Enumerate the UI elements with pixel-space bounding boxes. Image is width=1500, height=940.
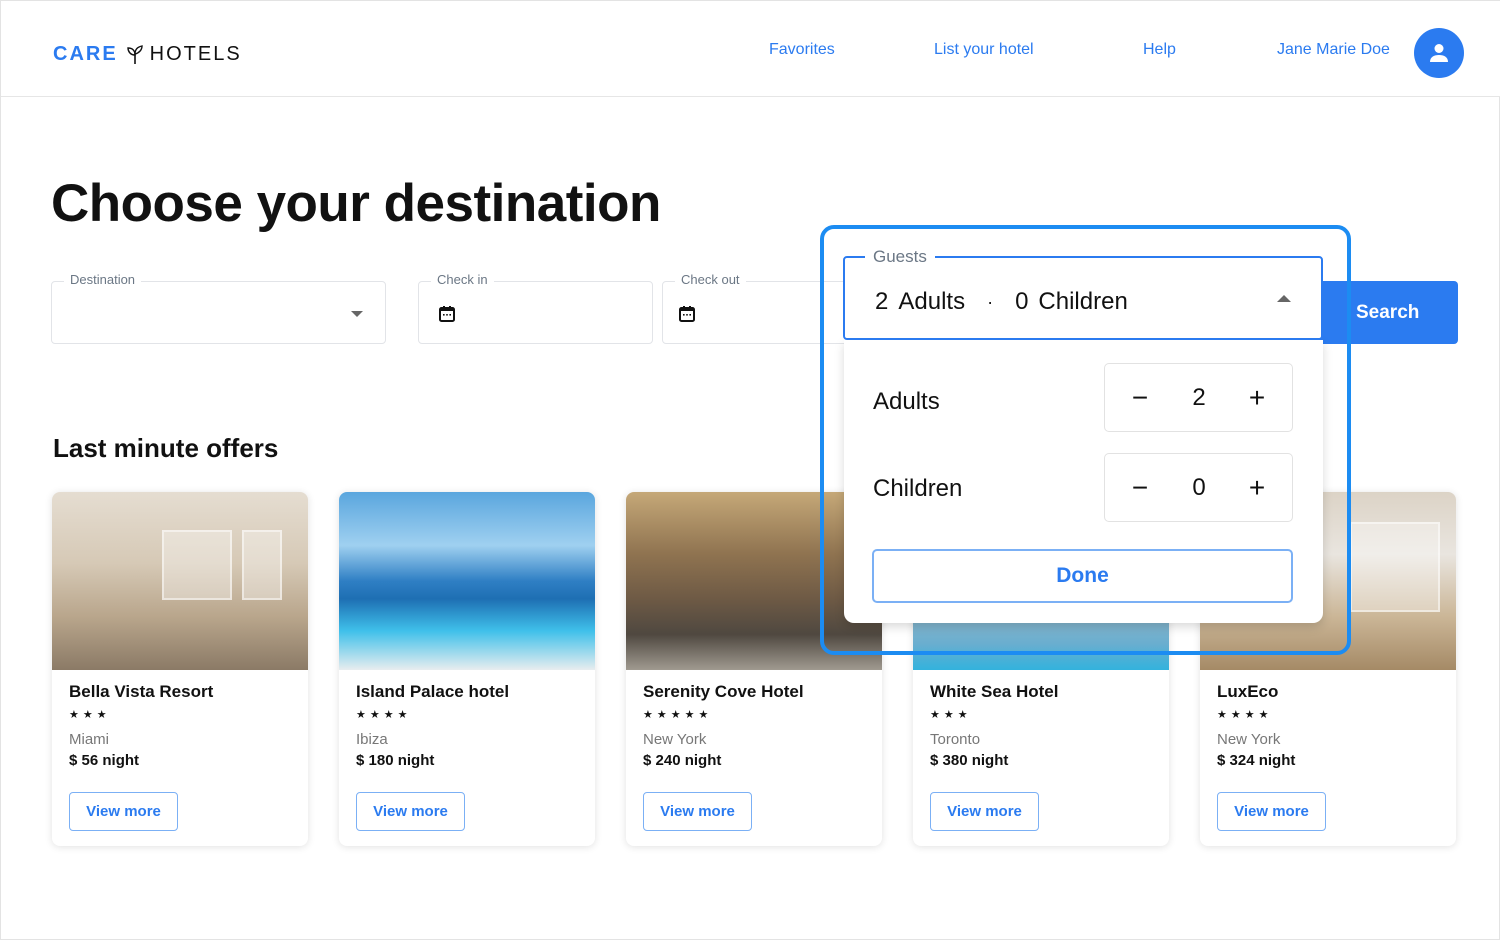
hotel-name: White Sea Hotel xyxy=(930,682,1059,701)
hotel-name: Bella Vista Resort xyxy=(69,682,214,701)
sprout-icon xyxy=(126,44,143,64)
view-more-button[interactable]: View more xyxy=(643,792,752,831)
view-more-button[interactable]: View more xyxy=(356,792,465,831)
destination-label: Destination xyxy=(64,272,142,287)
calendar-icon xyxy=(439,306,455,322)
offer-card[interactable]: Island Palace hotel ★★★★ Ibiza $ 180 nig… xyxy=(339,492,595,846)
hotel-price: $ 240 night xyxy=(643,752,722,769)
star-rating: ★★★★ xyxy=(356,709,412,721)
hotel-city: New York xyxy=(643,731,707,748)
dropdown-arrow-icon xyxy=(351,311,363,317)
hotel-city: New York xyxy=(1217,731,1281,748)
logo-suffix: HOTELS xyxy=(149,43,242,65)
offer-card[interactable]: Bella Vista Resort ★★★ Miami $ 56 night … xyxy=(52,492,308,846)
nav-help[interactable]: Help xyxy=(1143,41,1176,59)
view-more-button[interactable]: View more xyxy=(930,792,1039,831)
hotel-price: $ 380 night xyxy=(930,752,1009,769)
hotel-name: LuxEco xyxy=(1217,682,1279,701)
checkout-label: Check out xyxy=(675,272,746,287)
hotel-price: $ 56 night xyxy=(69,752,140,769)
checkin-field[interactable]: Check in xyxy=(418,272,653,344)
hotel-city: Toronto xyxy=(930,731,981,748)
logo-brand: CARE xyxy=(53,43,118,65)
page-title: Choose your destination xyxy=(51,174,661,233)
nav-favorites[interactable]: Favorites xyxy=(769,41,835,59)
hotel-name: Island Palace hotel xyxy=(356,682,510,701)
calendar-icon xyxy=(679,306,695,322)
hotel-price: $ 180 night xyxy=(356,752,435,769)
checkin-label: Check in xyxy=(431,272,494,287)
view-more-button[interactable]: View more xyxy=(69,792,178,831)
hotel-image xyxy=(52,492,308,670)
star-rating: ★★★ xyxy=(930,709,972,721)
view-more-button[interactable]: View more xyxy=(1217,792,1326,831)
user-icon xyxy=(1430,44,1448,62)
hotel-image xyxy=(339,492,595,670)
star-rating: ★★★★ xyxy=(1217,709,1273,721)
avatar[interactable] xyxy=(1414,28,1464,78)
star-rating: ★★★ xyxy=(69,709,111,721)
star-rating: ★★★★★ xyxy=(643,709,713,721)
logo[interactable]: CARE HOTELS xyxy=(53,43,242,66)
destination-select[interactable]: Destination xyxy=(51,272,386,344)
offers-section-title: Last minute offers xyxy=(53,433,279,463)
top-header: CARE HOTELS Favorites List your hotel He… xyxy=(1,1,1500,97)
guests-highlight-frame xyxy=(820,225,1351,655)
hotel-name: Serenity Cove Hotel xyxy=(643,682,804,701)
hotel-price: $ 324 night xyxy=(1217,752,1296,769)
user-name-link[interactable]: Jane Marie Doe xyxy=(1277,41,1390,59)
nav-list-your-hotel[interactable]: List your hotel xyxy=(934,41,1034,59)
hotel-city: Ibiza xyxy=(356,731,388,748)
hotel-city: Miami xyxy=(69,731,109,748)
